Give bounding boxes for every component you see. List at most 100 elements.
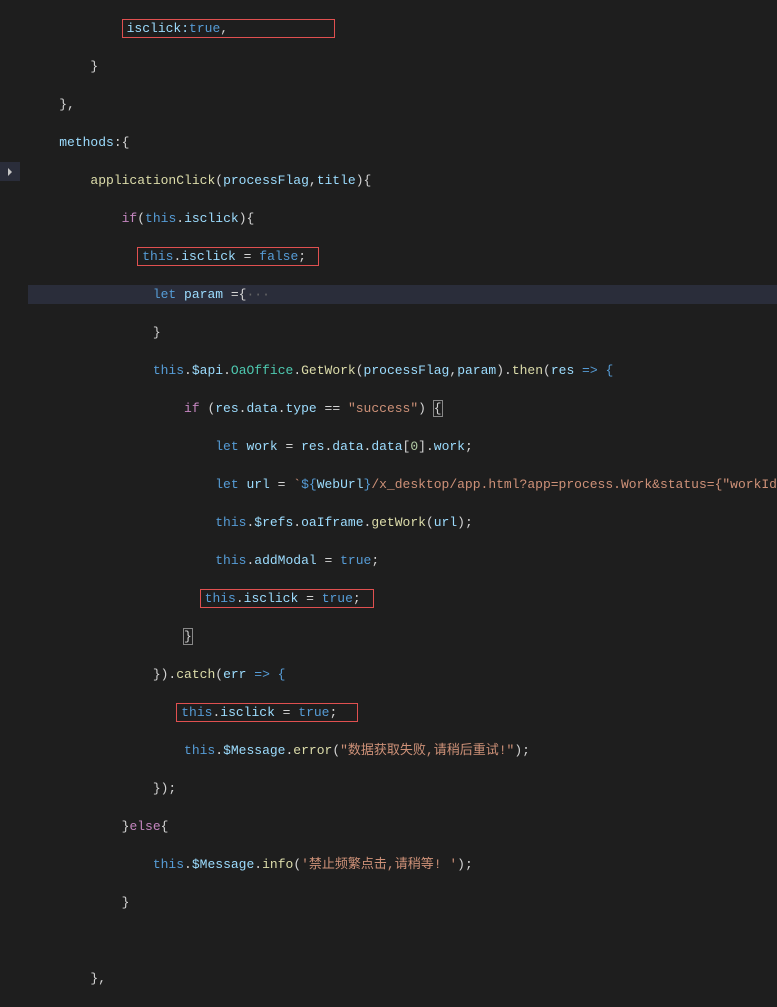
code-folded-icon[interactable]: ··· <box>246 287 269 302</box>
code-token: ). <box>496 363 512 378</box>
code-token: res <box>215 401 238 416</box>
code-token: let <box>215 477 238 492</box>
code-token <box>176 287 184 302</box>
code-token: getWork <box>371 515 426 530</box>
code-token: . <box>293 363 301 378</box>
code-token: this <box>184 743 215 758</box>
code-token: data <box>246 401 277 416</box>
code-token: , <box>309 173 317 188</box>
code-token: "success" <box>348 401 418 416</box>
highlight-box: this.isclick = false; <box>137 247 319 266</box>
code-token: isclick <box>244 591 299 606</box>
code-token: data <box>332 439 363 454</box>
code-token: . <box>285 743 293 758</box>
code-token: ( <box>137 211 145 226</box>
code-token: true <box>322 591 353 606</box>
code-token: = <box>270 477 293 492</box>
code-token: . <box>254 857 262 872</box>
highlight-box: isclick:true, <box>122 19 335 38</box>
code-token: if <box>122 211 138 226</box>
code-token: = <box>275 705 298 720</box>
code-token: this <box>181 705 212 720</box>
code-token: ); <box>457 857 473 872</box>
code-token: OaOffice <box>231 363 293 378</box>
code-editor[interactable]: isclick:true, } }, methods:{ application… <box>0 0 777 1007</box>
code-token: . <box>246 553 254 568</box>
code-token: }, <box>90 971 106 986</box>
code-token: this <box>145 211 176 226</box>
code-token: } <box>153 325 161 340</box>
code-token: param <box>184 287 223 302</box>
code-token: $Message <box>223 743 285 758</box>
fold-marker[interactable] <box>0 162 20 181</box>
code-token: } <box>183 628 193 645</box>
code-token: /x_desktop/app.html?app=process.Work&sta… <box>371 477 777 492</box>
code-token: let <box>215 439 238 454</box>
code-token: processFlag <box>364 363 450 378</box>
code-token: true <box>298 705 329 720</box>
code-token: ){ <box>239 211 255 226</box>
code-token: ; <box>465 439 473 454</box>
code-token: . <box>246 515 254 530</box>
code-token: ; <box>371 553 379 568</box>
code-token: url <box>246 477 269 492</box>
code-token: ( <box>200 401 216 416</box>
code-token: = <box>278 439 301 454</box>
code-token: this <box>205 591 236 606</box>
code-token: isclick: <box>127 21 189 36</box>
code-token: = <box>317 553 340 568</box>
code-token: url <box>434 515 457 530</box>
highlight-box: this.isclick = true; <box>200 589 374 608</box>
code-token: work <box>246 439 277 454</box>
code-token: this <box>142 249 173 264</box>
code-token: $api <box>192 363 223 378</box>
code-token: ={ <box>223 287 246 302</box>
code-token: = <box>298 591 321 606</box>
code-token: ( <box>332 743 340 758</box>
chevron-right-icon <box>2 164 18 180</box>
code-token: work <box>434 439 465 454</box>
code-token: . <box>223 363 231 378</box>
code-token: . <box>215 743 223 758</box>
code-token: ( <box>215 667 223 682</box>
code-token: isclick <box>181 249 236 264</box>
code-token: this <box>153 363 184 378</box>
code-token: , <box>220 21 228 36</box>
code-token: applicationClick <box>90 173 215 188</box>
code-token: ${ <box>301 477 317 492</box>
code-token: => { <box>574 363 613 378</box>
code-token: ; <box>353 591 361 606</box>
code-token: . <box>184 363 192 378</box>
code-token: res <box>551 363 574 378</box>
code-token: info <box>262 857 293 872</box>
code-token: ( <box>293 857 301 872</box>
code-token: addModal <box>254 553 316 568</box>
code-token: WebUrl <box>317 477 364 492</box>
code-token: = <box>236 249 259 264</box>
code-token: error <box>293 743 332 758</box>
code-token: ){ <box>356 173 372 188</box>
code-token: true <box>340 553 371 568</box>
code-token: '禁止频繁点击,请稍等! ' <box>301 857 457 872</box>
code-token: oaIframe <box>301 515 363 530</box>
code-token: $refs <box>254 515 293 530</box>
code-token: } <box>122 895 130 910</box>
code-token: type <box>286 401 317 416</box>
code-token: isclick <box>184 211 239 226</box>
code-token: ]. <box>418 439 434 454</box>
code-token: }, <box>59 97 75 112</box>
code-token: res <box>301 439 324 454</box>
code-token: ; <box>330 705 338 720</box>
code-token: } <box>122 819 130 834</box>
code-token: . <box>364 515 372 530</box>
code-token: if <box>184 401 200 416</box>
code-token: . <box>293 515 301 530</box>
code-token: :{ <box>114 135 130 150</box>
code-token: processFlag <box>223 173 309 188</box>
code-token: this <box>215 515 246 530</box>
code-token: 0 <box>410 439 418 454</box>
code-token: { <box>433 400 443 417</box>
code-token: ( <box>215 173 223 188</box>
code-token: ); <box>514 743 530 758</box>
code-token: data <box>371 439 402 454</box>
